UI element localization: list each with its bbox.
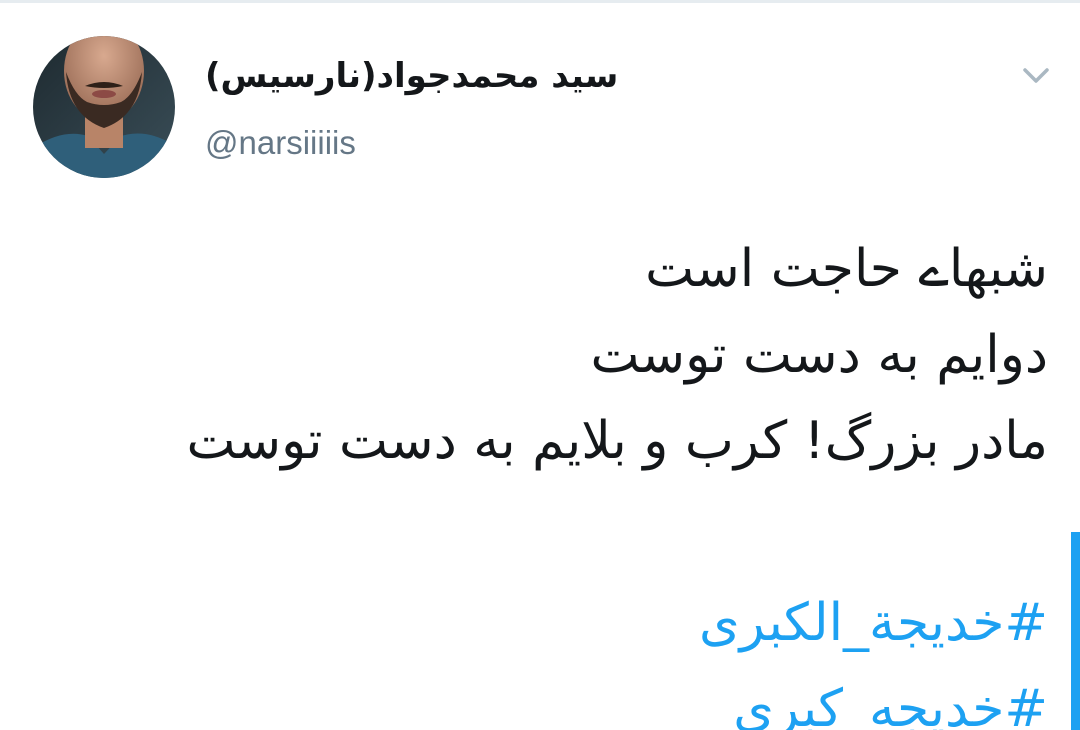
hashtag-link[interactable]: #خدیجه_کبری: [48, 666, 1048, 730]
avatar-image: [33, 36, 175, 178]
tweet-line: شبهاے حاجت است: [645, 239, 1048, 299]
avatar[interactable]: [33, 36, 175, 178]
tweet-line: دوایم به دست توست: [590, 325, 1049, 385]
author-display-name[interactable]: سید محمدجواد(نارسیس): [205, 50, 655, 102]
chevron-down-icon[interactable]: [1018, 62, 1054, 90]
hashtag-link[interactable]: #خدیجة_الکبری: [48, 580, 1048, 666]
author-handle[interactable]: @narsiiiiis: [205, 122, 356, 164]
scroll-indicator: [1071, 532, 1080, 730]
tweet-line: مادر بزرگ! کرب و بلایم به دست توست: [186, 411, 1048, 471]
top-divider: [0, 0, 1080, 3]
chevron-down-icon-glyph: [1023, 68, 1049, 83]
tweet-text: شبهاے حاجت است دوایم به دست توست مادر بز…: [48, 226, 1048, 730]
tweet-card: سید محمدجواد(نارسیس) @narsiiiiis شبهاے ح…: [0, 0, 1080, 730]
